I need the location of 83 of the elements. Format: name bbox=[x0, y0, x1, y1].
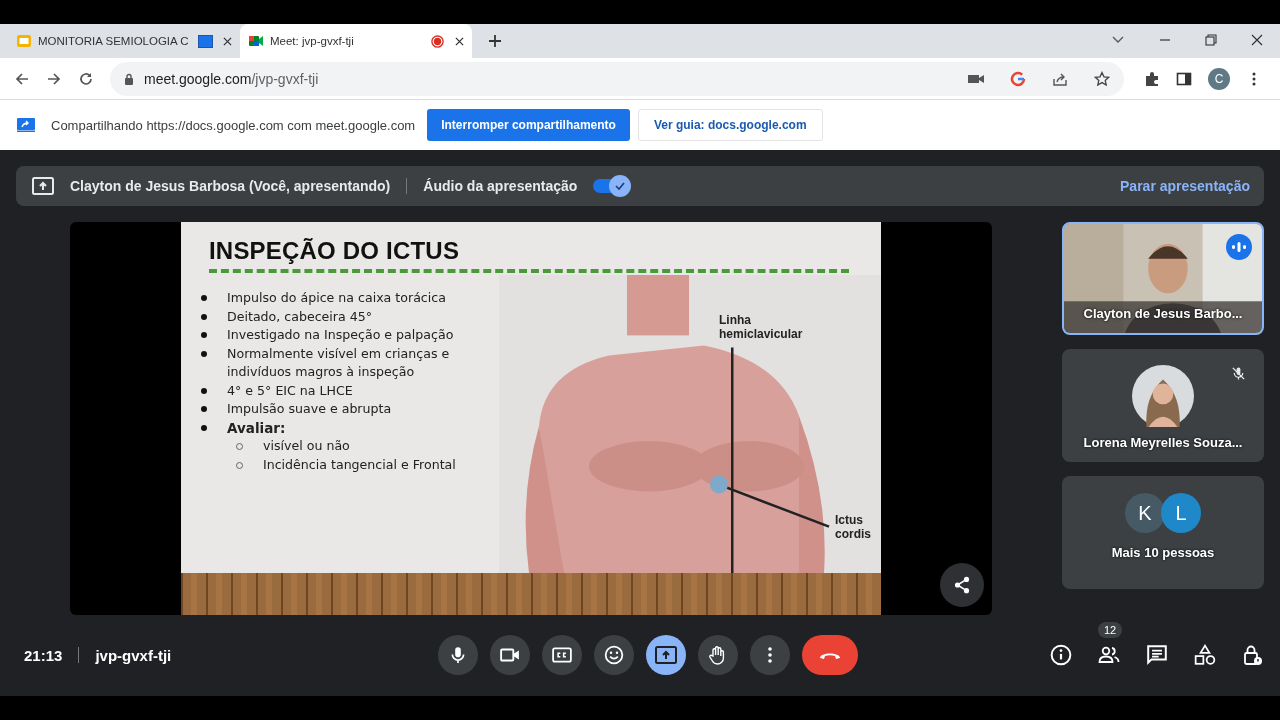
info-icon[interactable] bbox=[1050, 644, 1072, 666]
participant-name: Lorena Meyrelles Souza... bbox=[1083, 435, 1243, 450]
screen-share-icon bbox=[17, 118, 35, 132]
more-people-label: Mais 10 pessoas bbox=[1111, 545, 1215, 560]
bullet-icon bbox=[201, 350, 207, 357]
new-tab-icon[interactable] bbox=[488, 34, 502, 48]
lock-icon bbox=[124, 72, 134, 85]
share-button[interactable] bbox=[940, 563, 984, 607]
captions-button[interactable] bbox=[542, 635, 582, 675]
presenter-name: Clayton de Jesus Barbosa (Você, apresentando) bbox=[70, 178, 391, 194]
close-icon[interactable] bbox=[223, 36, 232, 46]
restore-icon[interactable] bbox=[1205, 34, 1217, 46]
bullet-text: visível ou não bbox=[263, 437, 350, 455]
avatar-icon bbox=[1132, 365, 1194, 427]
stop-presenting-button[interactable]: Parar apresentação bbox=[1120, 178, 1250, 194]
back-icon[interactable] bbox=[14, 70, 30, 87]
bookmark-star-icon[interactable] bbox=[1094, 70, 1110, 87]
bullet-text: Incidência tangencial e Frontal bbox=[263, 455, 456, 474]
camera-icon bbox=[248, 33, 264, 49]
participant-name: Clayton de Jesus Barbo... bbox=[1083, 306, 1243, 321]
figure-label: Linha hemiclavicular bbox=[719, 313, 803, 341]
more-vert-icon bbox=[768, 647, 772, 663]
bullet-text: Deitado, cabeceira 45° bbox=[227, 307, 373, 326]
address-bar[interactable]: meet.google.com/jvp-gvxf-tji bbox=[110, 61, 1124, 96]
present-screen-icon bbox=[655, 646, 677, 664]
people-icon[interactable] bbox=[1098, 644, 1120, 666]
bullet-text: Normalmente visível em crianças e indivíduos magros à inspeção bbox=[227, 344, 451, 381]
side-panel-icon[interactable] bbox=[1176, 70, 1192, 87]
browser-tab[interactable]: Meet: jvp-gvxf-tji bbox=[240, 24, 472, 58]
check-icon bbox=[614, 180, 627, 192]
share-icon bbox=[953, 576, 971, 594]
camera-icon bbox=[500, 647, 520, 663]
slides-icon bbox=[16, 33, 32, 49]
extensions-icon[interactable] bbox=[1144, 70, 1160, 87]
close-icon[interactable] bbox=[455, 36, 464, 46]
smiley-icon bbox=[604, 645, 624, 665]
present-button[interactable] bbox=[646, 635, 686, 675]
microphone-button[interactable] bbox=[438, 635, 478, 675]
hand-icon bbox=[709, 645, 727, 665]
lock-icon[interactable] bbox=[1242, 644, 1264, 666]
profile-avatar[interactable]: C bbox=[1208, 67, 1230, 90]
url-text: meet.google.com/jvp-gvxf-tji bbox=[144, 70, 319, 87]
emoji-button[interactable] bbox=[594, 635, 634, 675]
screen-share-icon bbox=[198, 34, 213, 48]
forward-icon[interactable] bbox=[46, 70, 62, 87]
bullet-text: Investigado na Inspeção e palpação bbox=[227, 326, 454, 344]
chat-icon[interactable] bbox=[1146, 644, 1168, 666]
captions-icon bbox=[552, 647, 572, 663]
present-screen-icon bbox=[32, 177, 54, 195]
bullet-icon bbox=[201, 332, 207, 338]
speaking-indicator-icon bbox=[1226, 234, 1252, 260]
meeting-time: 21:13 bbox=[24, 646, 63, 664]
bullet-text: Avaliar: bbox=[227, 418, 286, 437]
audio-label: Áudio da apresentação bbox=[423, 178, 578, 194]
more-options-button[interactable] bbox=[750, 635, 790, 675]
shapes-icon[interactable] bbox=[1194, 644, 1216, 666]
sharing-message: Compartilhando https://docs.google.com com meet.google.com bbox=[51, 117, 416, 133]
view-tab-button[interactable]: Ver guia: docs.google.com bbox=[637, 109, 823, 141]
bullet-icon bbox=[201, 387, 207, 394]
reload-icon[interactable] bbox=[78, 70, 94, 87]
slide-title: INSPEÇÃO DO ICTUS bbox=[208, 236, 461, 265]
raise-hand-button[interactable] bbox=[698, 635, 738, 675]
close-icon[interactable] bbox=[1251, 34, 1263, 46]
bullet-icon bbox=[201, 424, 207, 431]
bullet-text: 4° e 5° EIC na LHCE bbox=[227, 381, 353, 400]
google-icon[interactable] bbox=[1010, 70, 1026, 87]
bullet-icon bbox=[201, 295, 207, 301]
bullet-text: Impulso do ápice na caixa torácica bbox=[227, 289, 446, 307]
leave-call-button[interactable] bbox=[802, 635, 858, 675]
people-count-badge: 12 bbox=[1098, 622, 1123, 638]
camera-button[interactable] bbox=[490, 635, 530, 675]
more-participants-tile[interactable]: K L Mais 10 pessoas bbox=[1062, 476, 1264, 589]
recording-icon bbox=[430, 34, 445, 48]
microphone-icon bbox=[449, 646, 467, 664]
meeting-code: jvp-gvxf-tji bbox=[95, 646, 172, 664]
bullet-icon bbox=[201, 406, 207, 412]
bullet-icon bbox=[201, 313, 207, 320]
participant-avatar: K bbox=[1125, 493, 1165, 533]
browser-tab[interactable]: MONITORIA SEMIOLOGIA C bbox=[8, 24, 240, 58]
stop-sharing-button[interactable]: Interromper compartilhamento bbox=[427, 109, 630, 141]
participant-avatar: L bbox=[1161, 493, 1201, 533]
bullet-text: Impulsão suave e abrupta bbox=[227, 400, 392, 418]
figure-label: Ictus cordis bbox=[835, 513, 871, 541]
